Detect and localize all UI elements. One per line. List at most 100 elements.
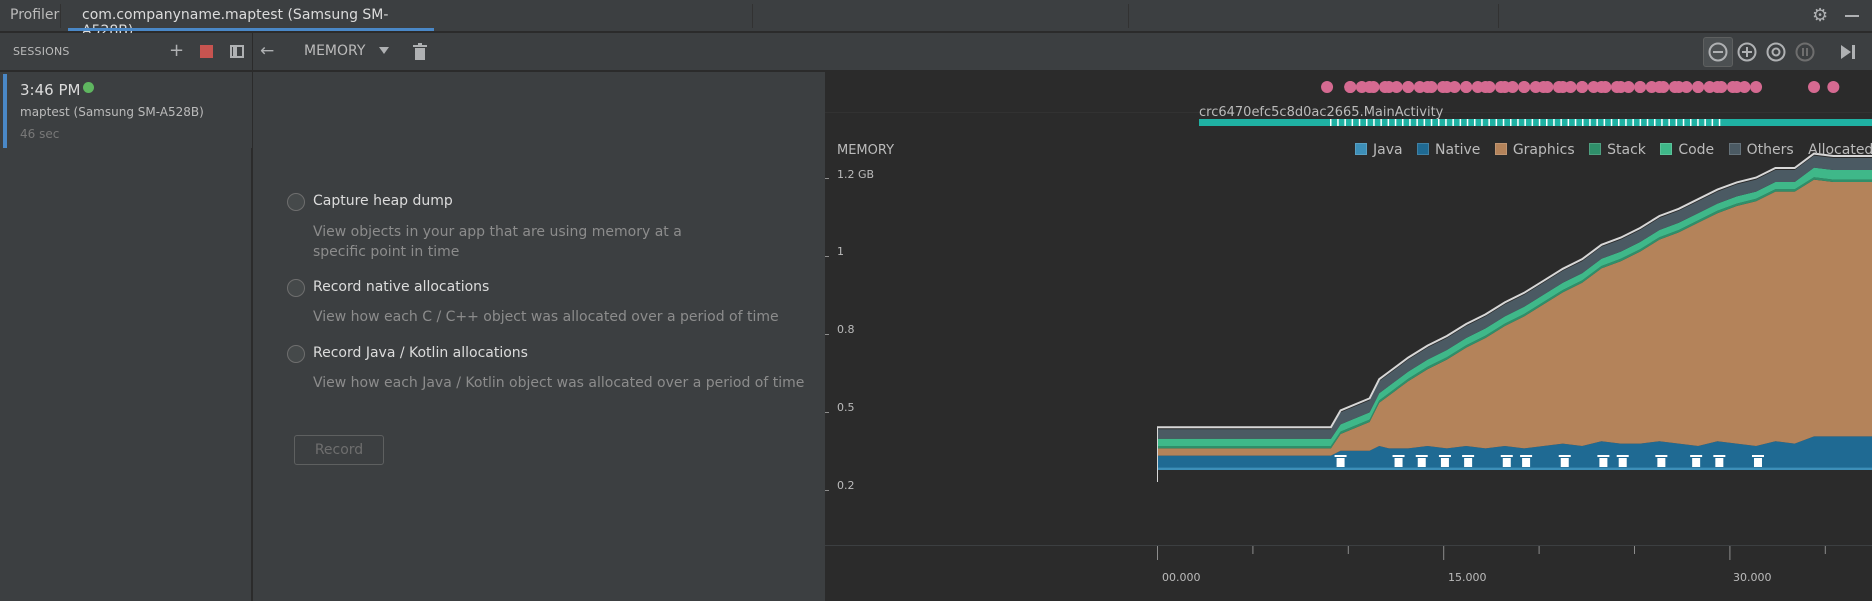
gc-event-icon — [1464, 458, 1473, 467]
session-item[interactable]: 3:46 PM maptest (Samsung SM-A528B) 46 se… — [0, 72, 252, 148]
activity-event-tick — [1430, 119, 1433, 126]
toolbar: SESSIONS + ← MEMORY — [0, 33, 1872, 71]
activity-label: crc6470efc5c8d0ac2665.MainActivity — [1199, 105, 1444, 120]
activity-event-tick — [1661, 119, 1663, 126]
plus-icon[interactable]: + — [169, 42, 184, 60]
activity-event-tick — [1366, 119, 1368, 126]
activity-event-tick — [1639, 119, 1642, 126]
activity-bar — [1199, 119, 1872, 126]
zoom-out-icon[interactable] — [1707, 41, 1729, 63]
interaction-event — [1703, 81, 1716, 93]
activity-event-tick — [1596, 119, 1598, 126]
radio-capture-heap-dump[interactable] — [287, 193, 305, 211]
x-tick-mark — [1634, 546, 1635, 554]
legend-item-allocated[interactable]: Allocated — [1808, 142, 1872, 158]
go-to-live-icon[interactable] — [1840, 44, 1856, 60]
gc-event-icon — [1616, 455, 1629, 457]
interaction-event — [1576, 81, 1589, 93]
activity-event-tick — [1488, 119, 1490, 126]
activity-event-tick — [1704, 119, 1706, 126]
gc-event-icon — [1751, 455, 1764, 457]
title-separator — [752, 4, 753, 28]
activity-event-tick — [1481, 119, 1483, 126]
y-tick-label: 0.5 — [837, 401, 855, 414]
activity-event-tick — [1394, 119, 1397, 126]
interaction-event — [1645, 81, 1658, 93]
interaction-event — [1738, 81, 1751, 93]
activity-event-tick — [1445, 119, 1447, 126]
interaction-event — [1506, 81, 1519, 93]
activity-event-tick — [1625, 119, 1627, 126]
x-tick-label: 15.000 — [1448, 571, 1487, 584]
zoom-in-icon[interactable] — [1736, 41, 1758, 63]
option-description: View objects in your app that are using … — [313, 224, 682, 260]
gc-event-icon — [1438, 455, 1451, 457]
y-tick-mark — [825, 334, 829, 335]
activity-event-tick — [1553, 119, 1555, 126]
live-status-indicator — [83, 82, 94, 93]
gc-event-icon — [1713, 455, 1726, 457]
activity-event-tick — [1330, 119, 1332, 126]
memory-chart-panel: crc6470efc5c8d0ac2665.MainActivity MEMOR… — [825, 72, 1872, 601]
legend-item-stack[interactable]: Stack — [1589, 142, 1646, 158]
activity-event-tick — [1632, 119, 1634, 126]
gc-event-icon — [1394, 458, 1403, 467]
gear-icon[interactable]: ⚙ — [1812, 7, 1830, 25]
activity-event-tick — [1452, 119, 1454, 126]
legend-item-code[interactable]: Code — [1660, 142, 1714, 158]
y-tick-mark — [825, 490, 829, 491]
y-tick-label: 1.2 GB — [837, 168, 875, 181]
radio-record-native-allocations[interactable] — [287, 279, 305, 297]
sessions-label: SESSIONS — [13, 45, 70, 58]
legend-item-native[interactable]: Native — [1417, 142, 1480, 158]
sessions-panel: 3:46 PM maptest (Samsung SM-A528B) 46 se… — [0, 72, 252, 601]
x-tick-mark — [1538, 546, 1540, 554]
trash-icon[interactable] — [413, 43, 427, 60]
interaction-event — [1471, 81, 1484, 93]
chevron-down-icon[interactable] — [379, 47, 389, 54]
session-selected-indicator — [3, 74, 7, 148]
activity-event-tick — [1654, 119, 1656, 126]
activity-event-tick — [1423, 119, 1426, 126]
radio-record-java-kotlin-allocations[interactable] — [287, 345, 305, 363]
gc-event-icon — [1558, 455, 1571, 457]
minimize-icon[interactable] — [1845, 15, 1859, 17]
legend-item-others[interactable]: Others — [1728, 142, 1794, 158]
interaction-event — [1355, 81, 1368, 93]
panel-toggle-icon[interactable] — [230, 45, 244, 58]
activity-event-tick — [1510, 119, 1512, 126]
activity-event-tick — [1409, 119, 1411, 126]
record-button[interactable]: Record — [294, 435, 384, 465]
activity-event-tick — [1524, 119, 1526, 126]
activity-event-tick — [1690, 119, 1692, 126]
reset-zoom-icon[interactable] — [1765, 41, 1787, 63]
x-axis-line — [825, 545, 1872, 546]
interaction-event — [1494, 81, 1507, 93]
legend-item-java[interactable]: Java — [1355, 142, 1403, 158]
activity-event-tick — [1517, 119, 1519, 126]
profiler-title: Profiler — [10, 7, 60, 23]
arrow-left-icon[interactable]: ← — [260, 43, 274, 60]
interaction-event — [1750, 81, 1763, 93]
pause-icon[interactable] — [1794, 41, 1816, 63]
gc-event-icon — [1415, 455, 1428, 457]
interaction-event — [1808, 81, 1821, 93]
session-time: 3:46 PM — [20, 81, 81, 99]
interaction-event — [1344, 81, 1357, 93]
title-bar: Profiler com.companyname.maptest (Samsun… — [0, 0, 1872, 39]
profiler-selector[interactable]: MEMORY — [304, 43, 365, 59]
option-description: View how each Java / Kotlin object was a… — [313, 375, 805, 391]
gc-event-icon — [1440, 458, 1449, 467]
gc-event-icon — [1599, 458, 1608, 467]
stop-icon[interactable] — [200, 45, 213, 58]
gc-event-icon — [1655, 455, 1668, 457]
interaction-event — [1379, 81, 1392, 93]
activity-event-tick — [1344, 119, 1346, 126]
activity-event-tick — [1502, 119, 1505, 126]
interaction-event — [1564, 81, 1577, 93]
gc-event-icon — [1392, 455, 1405, 457]
x-tick-mark — [1729, 546, 1731, 560]
interaction-event — [1425, 81, 1438, 93]
legend-item-graphics[interactable]: Graphics — [1494, 142, 1575, 158]
y-tick-mark — [825, 178, 829, 179]
